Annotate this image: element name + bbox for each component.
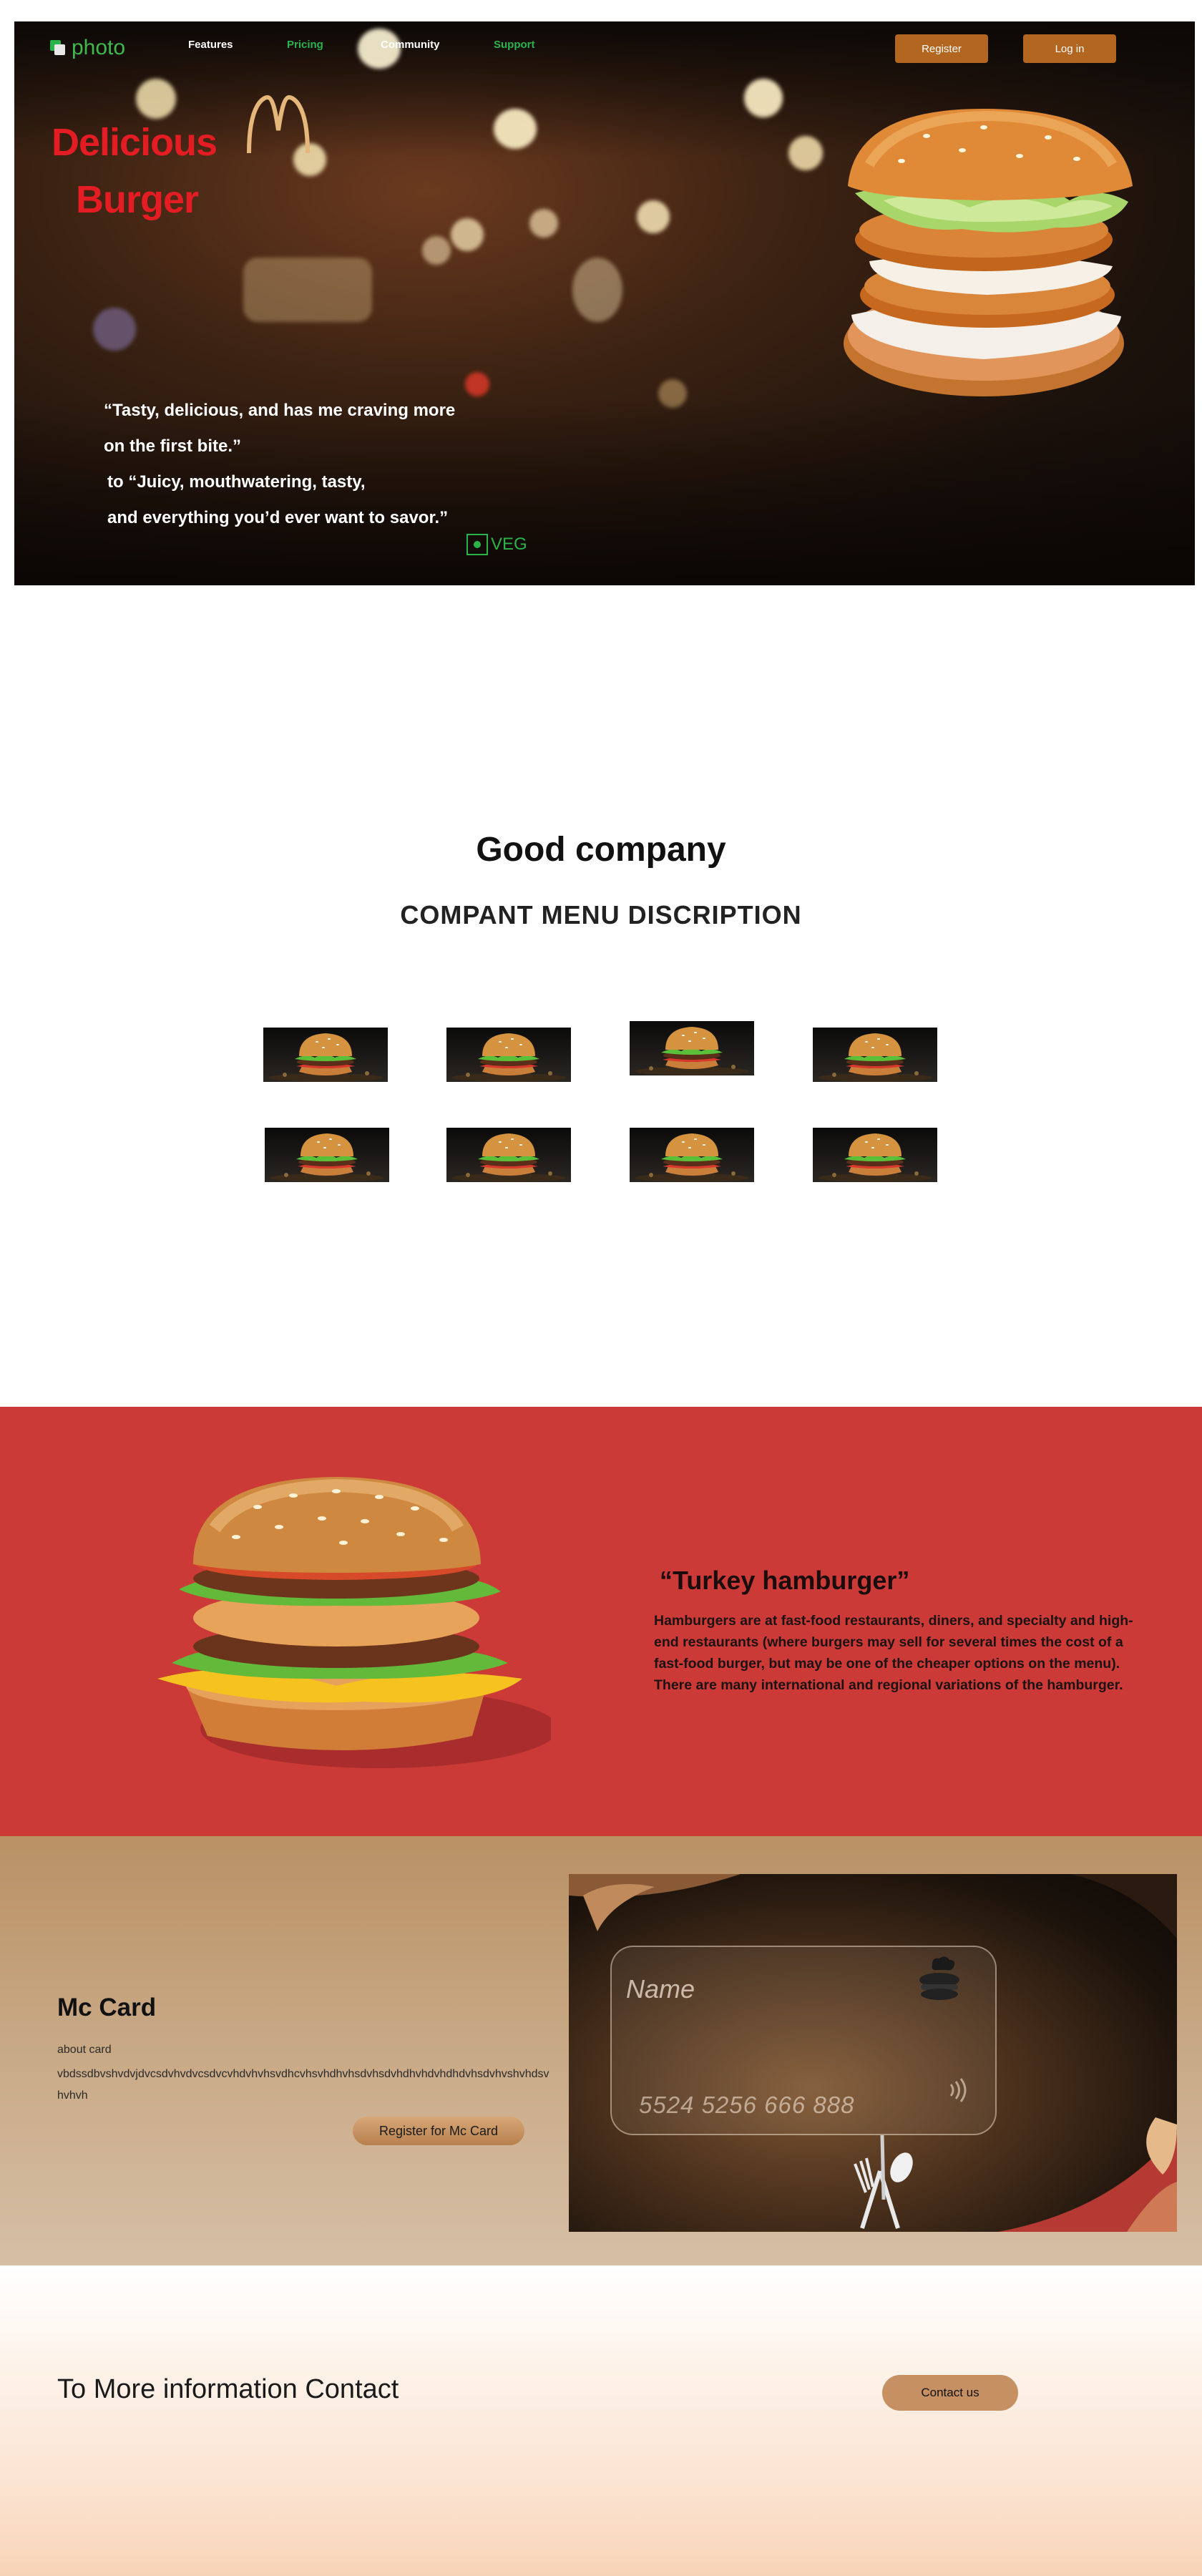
login-button[interactable]: Log in	[1023, 34, 1116, 63]
contact-text: To More information Contact	[57, 2374, 399, 2404]
golden-arches-icon	[247, 94, 310, 154]
burger-thumbnail-image	[818, 1033, 932, 1082]
card-preview-image: Name 5524 5256 666 888	[569, 1874, 1177, 2232]
nav-logo[interactable]: photo	[50, 36, 125, 60]
register-mc-card-button[interactable]: Register for Mc Card	[353, 2117, 524, 2145]
mc-card-text: vbdssdbvshvdvjdvcsdvhvdvcsdvcvhdvhvhsvdh…	[57, 2068, 549, 2102]
register-button[interactable]: Register	[895, 34, 988, 63]
bokeh-light	[494, 109, 537, 149]
company-heading: Good company	[476, 831, 726, 869]
page: photo Features Pricing Community Support…	[0, 0, 1202, 2576]
mc-card-title: Mc Card	[57, 1994, 157, 2021]
bokeh-light	[243, 258, 372, 322]
hero-title-line1: Delicious	[52, 121, 218, 164]
burger-thumbnail-image	[270, 1133, 384, 1182]
cutlery-icon	[854, 2135, 913, 2229]
feature-section: “Turkey hamburger” Hamburgers are at fas…	[0, 1407, 1202, 1836]
mc-card-section: Mc Card about card vbdssdbvshvdvjdvcsdvh…	[0, 1836, 1202, 2265]
bokeh-light	[451, 218, 484, 251]
hero-section: photo Features Pricing Community Support…	[14, 21, 1195, 585]
veg-icon	[466, 534, 488, 555]
veg-badge: VEG	[466, 534, 527, 555]
logo-icon	[50, 40, 66, 56]
contact-us-button[interactable]: Contact us	[882, 2375, 1018, 2411]
nav-link-community[interactable]: Community	[381, 39, 440, 51]
burger-thumbnail-image	[635, 1133, 749, 1182]
nav-link-support[interactable]: Support	[494, 39, 535, 51]
bokeh-light	[93, 308, 136, 351]
menu-thumbnail[interactable]	[446, 1028, 571, 1082]
bokeh-light	[637, 200, 670, 233]
menu-thumbnail[interactable]	[630, 1021, 754, 1075]
mc-card-about: about card	[57, 2044, 112, 2056]
hero-quote-line1: “Tasty, delicious, and has me craving mo…	[104, 401, 456, 420]
nav-link-pricing[interactable]: Pricing	[287, 39, 323, 51]
bokeh-light	[572, 258, 622, 322]
contact-section: To More information Contact Contact us	[0, 2265, 1202, 2576]
card-name-placeholder: Name	[626, 1974, 695, 2004]
bokeh-light	[744, 79, 783, 117]
burger-thumbnail-image	[635, 1027, 749, 1075]
bokeh-light	[788, 136, 823, 170]
hero-burger-image	[844, 108, 1133, 396]
burger-thumbnail-image	[818, 1133, 932, 1182]
menu-thumbnail[interactable]	[265, 1128, 389, 1182]
hero-floor-shade	[14, 399, 1195, 585]
company-subheading: COMPANT MENU DISCRIPTION	[400, 900, 802, 930]
card-number: 5524 5256 666 888	[639, 2092, 855, 2118]
hero-quote-line3: to “Juicy, mouthwatering, tasty,	[107, 472, 366, 492]
hero-quote-line2: on the first bite.”	[104, 436, 241, 456]
menu-thumbnail[interactable]	[446, 1128, 571, 1182]
menu-thumbnail[interactable]	[813, 1028, 937, 1082]
hero-title-line2: Burger	[76, 178, 199, 221]
feature-description: Hamburgers are at fast-food restaurants,…	[654, 1613, 1133, 1693]
burger-thumbnail-image	[451, 1033, 566, 1082]
bokeh-light	[422, 236, 451, 265]
burger-thumbnail-image	[268, 1033, 383, 1082]
bokeh-light	[136, 79, 176, 119]
menu-thumbnail[interactable]	[263, 1028, 388, 1082]
contactless-icon	[949, 2078, 967, 2102]
chef-burger-icon	[919, 1956, 959, 2000]
feature-burger-image	[157, 1477, 551, 1768]
bokeh-light	[529, 209, 558, 238]
logo-text: photo	[72, 36, 126, 59]
burger-thumbnail-image	[451, 1133, 566, 1182]
feature-title: “Turkey hamburger”	[660, 1566, 910, 1595]
menu-thumbnail[interactable]	[813, 1128, 937, 1182]
nav-link-features[interactable]: Features	[188, 39, 233, 51]
veg-label: VEG	[491, 535, 527, 554]
menu-thumbnail[interactable]	[630, 1128, 754, 1182]
hero-quote-line4: and everything you’d ever want to savor.…	[107, 508, 449, 527]
bokeh-light	[465, 372, 489, 396]
